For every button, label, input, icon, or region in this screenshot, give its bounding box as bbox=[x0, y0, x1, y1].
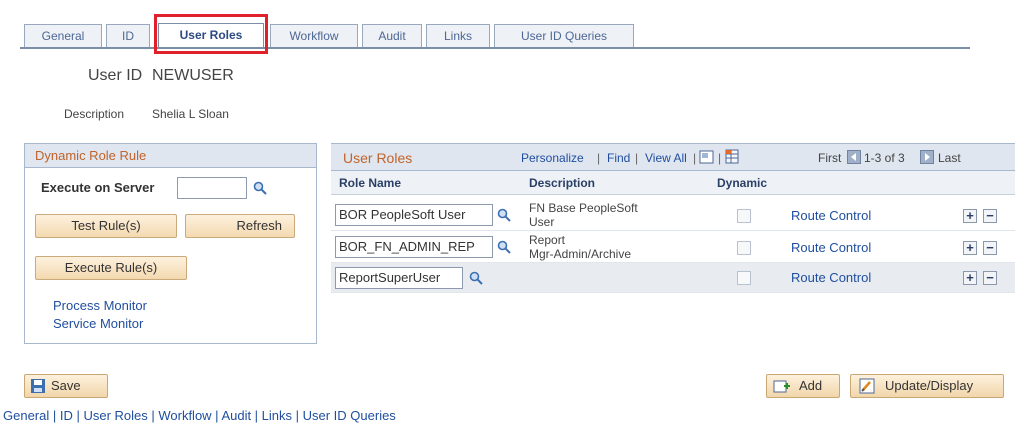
grid-header: User Roles Personalize | Find | View All… bbox=[331, 143, 1015, 171]
zoom-icon[interactable] bbox=[699, 150, 714, 164]
separator: | bbox=[718, 151, 722, 165]
col-role-name: Role Name bbox=[339, 176, 402, 190]
role-name-input[interactable]: ReportSuperUser bbox=[335, 267, 463, 289]
save-button[interactable]: Save bbox=[24, 374, 108, 398]
dynamic-checkbox[interactable] bbox=[737, 209, 751, 223]
description-line: User bbox=[529, 215, 555, 229]
add-row-icon[interactable]: + bbox=[963, 209, 977, 223]
search-icon[interactable] bbox=[253, 181, 267, 195]
tab-general-label: General bbox=[41, 29, 85, 43]
delete-row-icon[interactable]: − bbox=[983, 209, 997, 223]
next-icon[interactable] bbox=[920, 150, 934, 164]
execute-on-server-input[interactable] bbox=[177, 177, 247, 199]
separator: | bbox=[635, 151, 639, 165]
add-label: Add bbox=[799, 378, 823, 393]
route-control-link[interactable]: Route Control bbox=[791, 208, 871, 223]
save-label: Save bbox=[51, 378, 81, 393]
search-icon[interactable] bbox=[469, 271, 483, 285]
footer-tab-links[interactable]: General | ID | User Roles | Workflow | A… bbox=[3, 408, 396, 423]
column-header-row: Role Name Description Dynamic bbox=[331, 171, 1015, 195]
refresh-button[interactable]: Refresh bbox=[185, 214, 295, 238]
tab-audit-label: Audit bbox=[378, 29, 406, 43]
previous-icon[interactable] bbox=[847, 150, 861, 164]
description-label: Description bbox=[64, 107, 125, 121]
role-name-input[interactable]: BOR_FN_ADMIN_REP bbox=[335, 236, 493, 258]
tab-user-id-queries[interactable]: User ID Queries bbox=[494, 24, 634, 47]
tab-id[interactable]: ID bbox=[106, 24, 150, 47]
tab-id-label: ID bbox=[122, 29, 134, 43]
delete-row-icon[interactable]: − bbox=[983, 241, 997, 255]
role-name-input[interactable]: BOR PeopleSoft User bbox=[335, 204, 493, 226]
page-range: 1-3 of 3 bbox=[864, 151, 905, 165]
tab-links-label: Links bbox=[443, 29, 472, 43]
description-line: Mgr-Admin/Archive bbox=[529, 247, 632, 261]
user-roles-grid: User Roles Personalize | Find | View All… bbox=[331, 143, 1015, 323]
description-line: Report bbox=[529, 233, 566, 247]
role-description: Report Mgr-Admin/Archive bbox=[529, 233, 631, 261]
tab-audit[interactable]: Audit bbox=[362, 24, 422, 47]
process-monitor-link[interactable]: Process Monitor bbox=[53, 298, 147, 313]
add-row-icon[interactable]: + bbox=[963, 241, 977, 255]
dynamic-checkbox[interactable] bbox=[737, 241, 751, 255]
first-label: First bbox=[818, 151, 842, 165]
view-all-link[interactable]: View All bbox=[645, 151, 687, 165]
add-button[interactable]: Add bbox=[766, 374, 840, 398]
tab-workflow[interactable]: Workflow bbox=[270, 24, 358, 47]
role-description: FN Base PeopleSoft User bbox=[529, 201, 638, 229]
download-spreadsheet-icon[interactable] bbox=[725, 149, 739, 164]
execute-rule-button[interactable]: Execute Rule(s) bbox=[35, 256, 187, 280]
grid-title: User Roles bbox=[343, 150, 413, 166]
update-icon bbox=[859, 378, 875, 394]
table-row: BOR_FN_ADMIN_REP Report Mgr-Admin/Archiv… bbox=[331, 231, 1015, 263]
delete-row-icon[interactable]: − bbox=[983, 271, 997, 285]
test-rule-button[interactable]: Test Rule(s) bbox=[35, 214, 177, 238]
tab-links[interactable]: Links bbox=[426, 24, 490, 47]
dynamic-checkbox[interactable] bbox=[737, 271, 751, 285]
table-row: ReportSuperUser Route Control + − bbox=[331, 263, 1015, 293]
route-control-link[interactable]: Route Control bbox=[791, 240, 871, 255]
tab-workflow-label: Workflow bbox=[289, 29, 339, 43]
search-icon[interactable] bbox=[497, 208, 511, 222]
update-label: Update/Display bbox=[885, 378, 974, 393]
service-monitor-link[interactable]: Service Monitor bbox=[53, 316, 143, 331]
user-id-label: User ID bbox=[88, 67, 143, 84]
personalize-link[interactable]: Personalize bbox=[521, 151, 584, 165]
update-display-button[interactable]: Update/Display bbox=[850, 374, 1004, 398]
user-id-value: NEWUSER bbox=[152, 67, 234, 84]
find-link[interactable]: Find bbox=[607, 151, 630, 165]
col-description: Description bbox=[529, 176, 596, 190]
tab-general[interactable]: General bbox=[24, 24, 102, 47]
separator: | bbox=[693, 151, 697, 165]
add-row-icon[interactable]: + bbox=[963, 271, 977, 285]
save-icon bbox=[31, 379, 45, 393]
col-dynamic: Dynamic bbox=[717, 176, 768, 190]
panel-title: Dynamic Role Rule bbox=[25, 144, 316, 168]
table-row: BOR PeopleSoft User FN Base PeopleSoft U… bbox=[331, 199, 1015, 231]
dynamic-role-rule-panel: Dynamic Role Rule Execute on Server Test… bbox=[24, 143, 317, 344]
separator: | bbox=[597, 151, 601, 165]
search-icon[interactable] bbox=[497, 240, 511, 254]
add-icon bbox=[773, 380, 790, 393]
route-control-link[interactable]: Route Control bbox=[791, 270, 871, 285]
tab-user-id-queries-label: User ID Queries bbox=[520, 29, 608, 43]
description-value: Shelia L Sloan bbox=[152, 107, 229, 121]
execute-on-server-label: Execute on Server bbox=[41, 180, 155, 195]
last-label: Last bbox=[938, 151, 961, 165]
highlight-box bbox=[154, 14, 268, 54]
description-line: FN Base PeopleSoft bbox=[529, 201, 638, 215]
